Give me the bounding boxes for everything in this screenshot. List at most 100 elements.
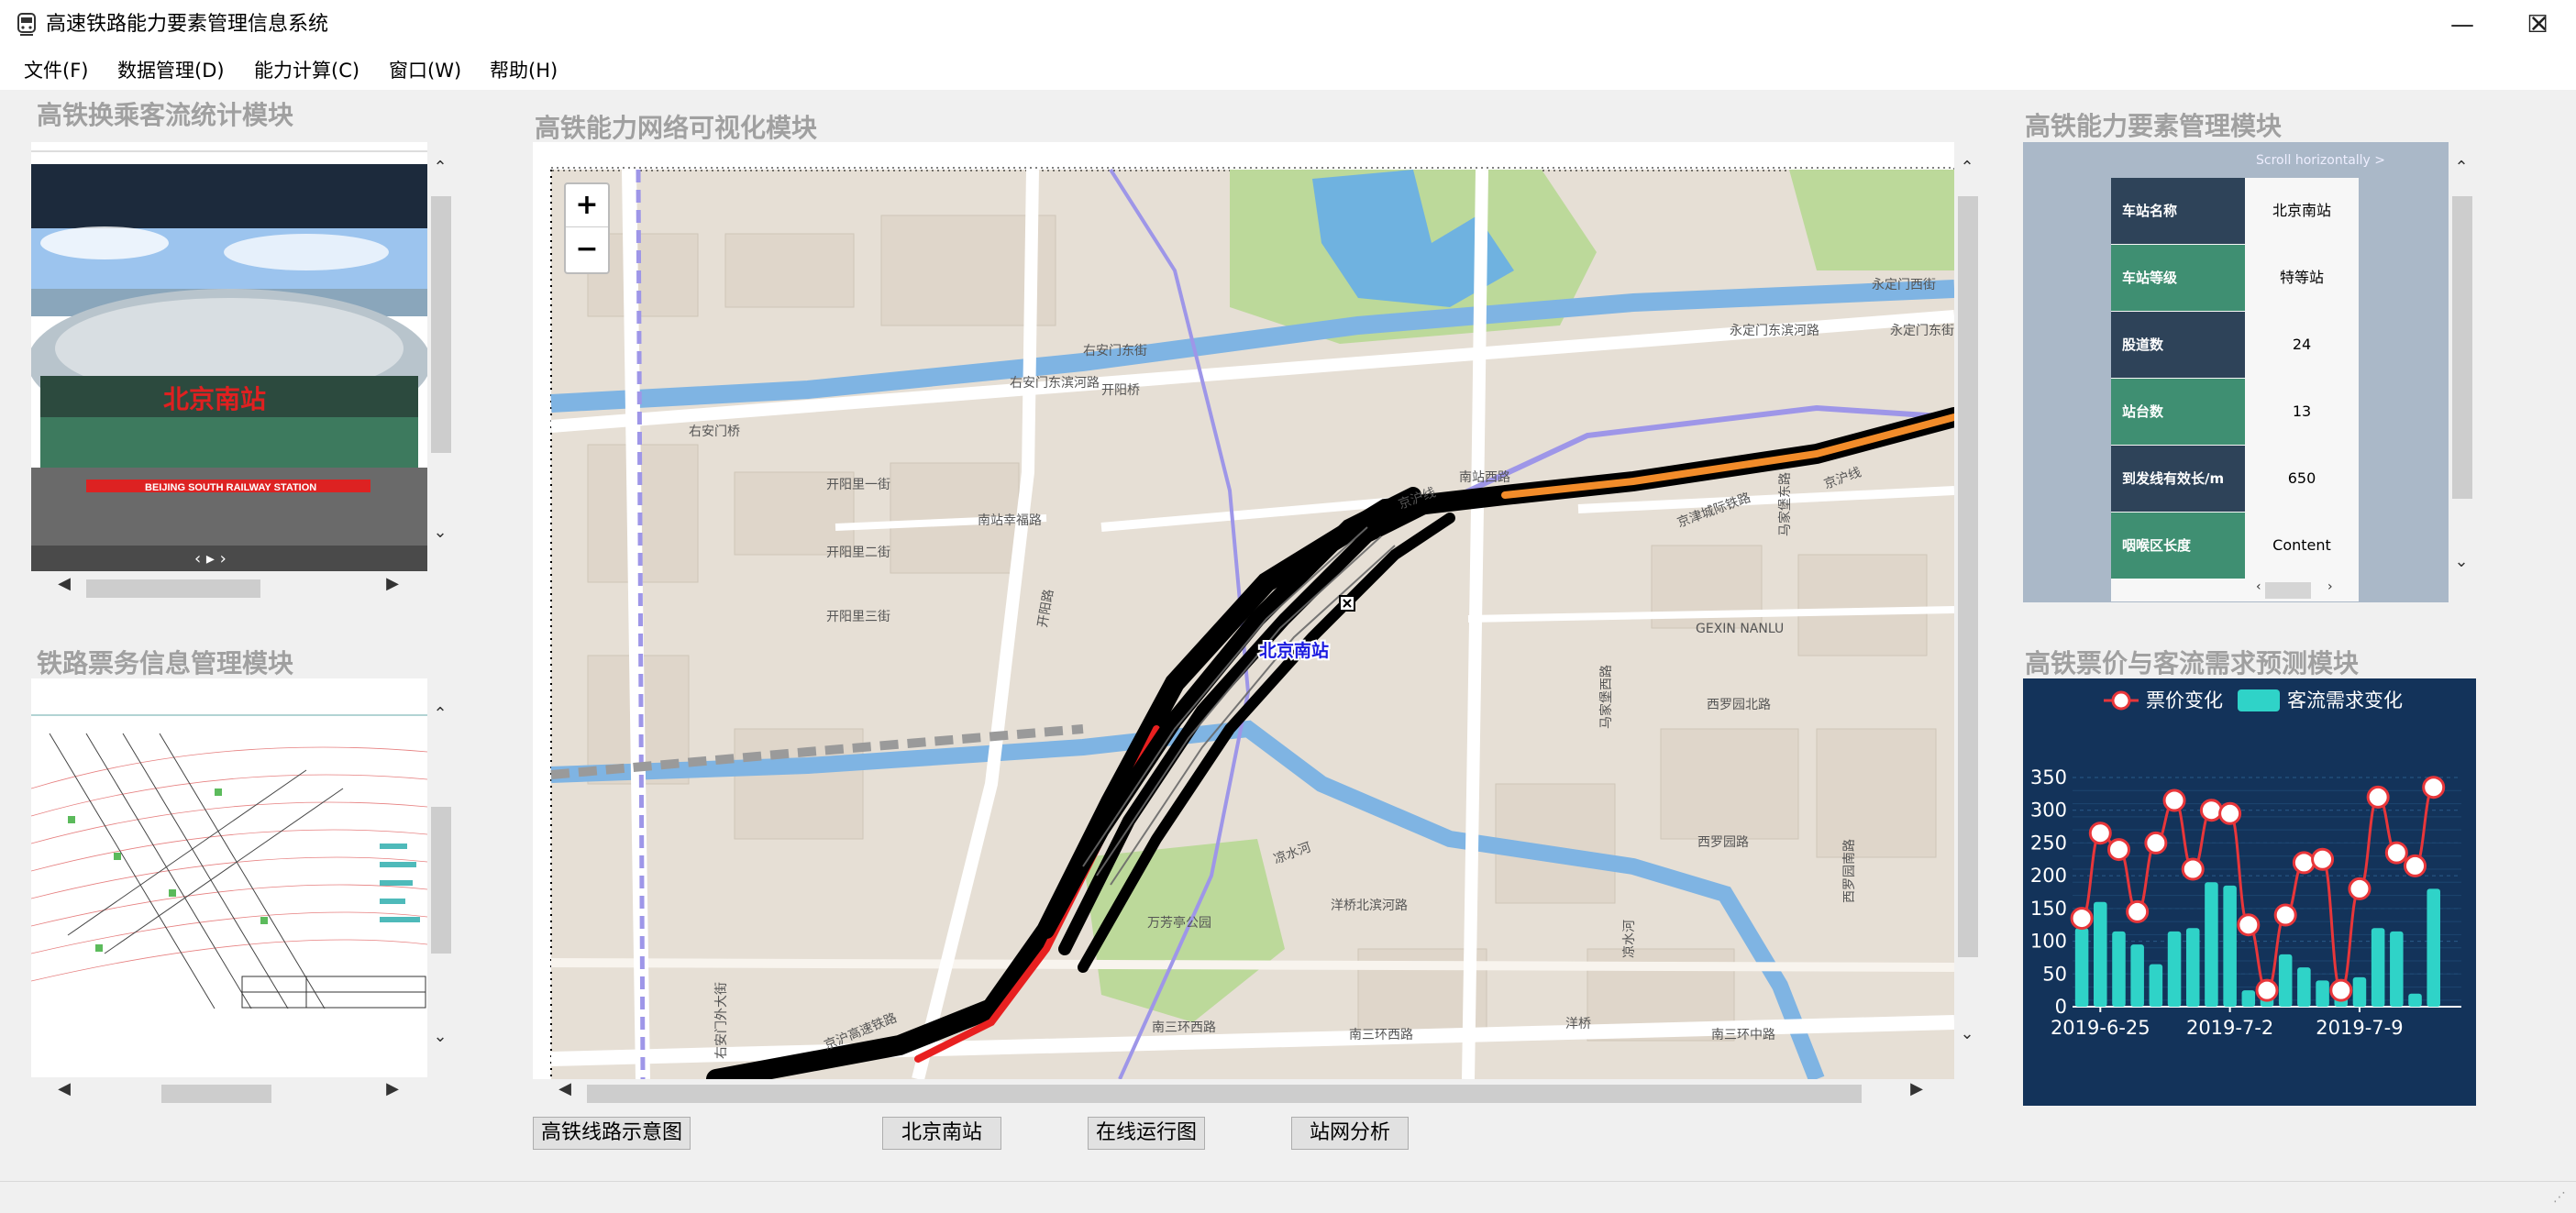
network-analysis-button[interactable]: 站网分析 [1291, 1117, 1409, 1150]
scroll-left-icon[interactable]: ◀ [552, 1079, 578, 1098]
map-label: 南三环中路 [1711, 1028, 1775, 1042]
table-row: 咽喉区长度 Content [2111, 513, 2359, 579]
menu-file[interactable]: 文件(F) [24, 57, 88, 84]
beijing-south-button[interactable]: 北京南站 [882, 1117, 1001, 1150]
minimize-button[interactable]: — [2425, 0, 2500, 50]
price-point [2255, 978, 2279, 1002]
resize-grip-icon[interactable]: ⋰ [2553, 1190, 2566, 1205]
price-point [2088, 822, 2112, 845]
scroll-thumb[interactable] [161, 1085, 271, 1103]
table-value-cell[interactable]: 北京南站 [2245, 178, 2359, 244]
scroll-right-icon[interactable]: ▶ [1904, 1079, 1929, 1098]
scroll-up-icon[interactable]: ⌃ [2449, 158, 2474, 177]
x-tick-label: 2019-6-25 [2051, 1017, 2150, 1039]
map-label: 南站西路 [1459, 470, 1510, 485]
diagram-vscroll[interactable] [427, 706, 453, 1054]
forecast-chart: 票价变化 客流需求变化 0 50 100 150 200 250 300 350 2019-6-25… [2030, 689, 2461, 1039]
route-diagram-button[interactable]: 高铁线路示意图 [533, 1117, 691, 1150]
online-timetable-button[interactable]: 在线运行图 [1088, 1117, 1205, 1150]
price-point [2422, 776, 2446, 799]
diagram-hscroll[interactable] [51, 1080, 409, 1106]
scroll-thumb[interactable] [2452, 196, 2472, 499]
price-point [2144, 831, 2168, 855]
scroll-left-icon[interactable]: ◀ [51, 1079, 77, 1098]
table-value-cell[interactable]: 13 [2245, 379, 2359, 445]
scroll-up-icon[interactable]: ⌃ [427, 704, 453, 723]
map-panel: 北京南站 右安门东街 开阳桥 右安门东滨河路 永定门西街 永定门东滨河路 永定门东街 右安门… [533, 142, 1954, 1079]
scroll-up-icon[interactable]: ⌃ [1954, 158, 1980, 177]
map-label: 右安门东滨河路 [1010, 376, 1100, 391]
map-hscroll[interactable] [550, 1080, 1926, 1106]
menu-data-management[interactable]: 数据管理(D) [117, 57, 225, 84]
bar [2371, 928, 2385, 1007]
table-row: 车站等级 特等站 [2111, 245, 2359, 311]
map-label: 南站幸福路 [978, 513, 1042, 528]
table-hscroll-thumb[interactable] [2265, 582, 2311, 599]
price-point [2292, 851, 2316, 875]
module-title-transfer: 高铁换乘客流统计模块 [37, 100, 294, 130]
menu-window[interactable]: 窗口(W) [389, 57, 461, 84]
app-icon [13, 11, 40, 39]
photo-vscroll[interactable] [427, 160, 453, 554]
bar [2408, 993, 2422, 1007]
scroll-left-icon[interactable]: ◀ [51, 574, 77, 593]
bar [2149, 964, 2163, 1007]
table-row: 股道数 24 [2111, 312, 2359, 378]
y-tick-label: 0 [2055, 996, 2067, 1018]
scroll-left-icon[interactable]: ‹ [2256, 579, 2261, 594]
map-label: 开阳桥 [1101, 383, 1140, 398]
map-label: 开阳里三街 [826, 610, 890, 624]
map-label: 万芳亭公园 [1147, 915, 1211, 931]
scroll-down-icon[interactable]: ⌄ [427, 523, 453, 542]
close-button[interactable]: ✕ [2502, 0, 2576, 50]
map-label: 开阳里二街 [826, 546, 890, 560]
carousel-controls[interactable]: ‹ ▸ › [194, 549, 227, 568]
station-sign-text: 北京南站 [163, 384, 266, 414]
table-key-cell: 车站等级 [2111, 245, 2245, 311]
table-value-cell[interactable]: 24 [2245, 312, 2359, 378]
station-label: 北京南站 [1259, 640, 1329, 661]
table-row: 到发线有效长/m 650 [2111, 446, 2359, 512]
scroll-thumb[interactable] [431, 196, 451, 453]
table-value-cell[interactable]: Content [2245, 513, 2359, 579]
photo-hscroll[interactable] [51, 575, 409, 601]
y-tick-label: 200 [2030, 865, 2067, 887]
module-title-forecast: 高铁票价与客流需求预测模块 [2025, 648, 2360, 678]
menu-capacity-calc[interactable]: 能力计算(C) [254, 57, 359, 84]
scroll-down-icon[interactable]: ⌄ [2449, 552, 2474, 571]
scroll-down-icon[interactable]: ⌄ [427, 1027, 453, 1046]
price-point [2199, 799, 2223, 822]
map-label: 右安门外大街 [714, 982, 729, 1059]
legend-label: 票价变化 [2146, 689, 2223, 711]
table-vscroll[interactable] [2449, 160, 2474, 581]
scroll-thumb[interactable] [86, 579, 260, 598]
table-value-cell[interactable]: 特等站 [2245, 245, 2359, 311]
scroll-thumb[interactable] [1958, 196, 1978, 957]
network-map[interactable]: 北京南站 右安门东街开阳桥右安门东滨河路 永定门西街永定门东滨河路 永定门东街右安门… [533, 142, 1954, 1079]
zoom-in-button[interactable]: + [566, 184, 608, 227]
table-row: 站台数 13 [2111, 379, 2359, 445]
bar [2130, 944, 2144, 1007]
forecast-chart-panel: 票价变化 客流需求变化 0 50 100 150 200 250 300 350 2019-6-25… [2023, 678, 2476, 1106]
map-vscroll[interactable] [1954, 160, 1980, 1045]
module-title-elements: 高铁能力要素管理模块 [2025, 111, 2283, 141]
y-tick-label: 50 [2042, 963, 2067, 985]
zoom-out-button[interactable]: − [566, 228, 608, 270]
scroll-thumb[interactable] [431, 807, 451, 954]
ticketing-diagram-panel [31, 678, 427, 1077]
scroll-right-icon[interactable]: ▶ [380, 574, 405, 593]
scroll-right-icon[interactable]: ▶ [380, 1079, 405, 1098]
menu-help[interactable]: 帮助(H) [490, 57, 558, 84]
price-point [2329, 978, 2353, 1002]
scroll-down-icon[interactable]: ⌄ [1954, 1024, 1980, 1043]
scroll-right-icon[interactable]: › [2327, 579, 2333, 594]
price-point [2384, 841, 2408, 865]
map-label: 开阳里一街 [826, 478, 890, 492]
bar [2167, 931, 2182, 1007]
price-point [2126, 899, 2150, 923]
scroll-thumb[interactable] [587, 1085, 1862, 1103]
window-title: 高速铁路能力要素管理信息系统 [46, 13, 329, 36]
table-value-cell[interactable]: 650 [2245, 446, 2359, 512]
scroll-up-icon[interactable]: ⌃ [427, 158, 453, 177]
bar [2316, 980, 2329, 1007]
